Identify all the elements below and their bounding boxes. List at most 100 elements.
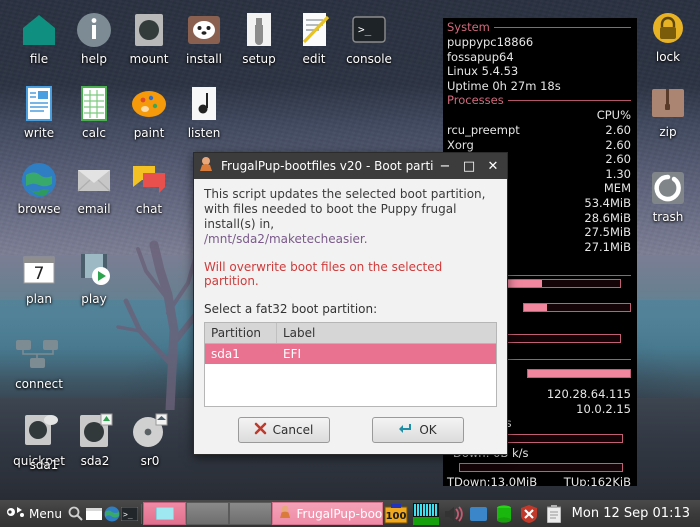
terminal-icon[interactable]: >_: [121, 500, 139, 527]
notes-icon[interactable]: [543, 500, 565, 527]
conky-system-title: System: [447, 20, 490, 34]
workspace-3[interactable]: [228, 502, 272, 525]
desktop-icon-label: console: [346, 52, 392, 66]
cancel-button[interactable]: Cancel: [237, 417, 330, 443]
desktop-icon-chat[interactable]: chat: [118, 160, 180, 216]
volume-icon[interactable]: [443, 500, 465, 527]
puppy-app-icon: [199, 156, 215, 176]
conky-rule: [507, 100, 631, 102]
conky-kernel: Linux 5.4.53: [447, 64, 519, 79]
firewall-shield-icon[interactable]: [518, 500, 540, 527]
text-edit-icon: [294, 10, 334, 50]
desktop-icon-email[interactable]: email: [63, 160, 125, 216]
taskbar: Menu >_ FrugalPup-bootfil: [0, 500, 700, 527]
conky-download-bar: [459, 463, 623, 473]
svg-text:>_: >_: [358, 23, 372, 36]
table-row[interactable]: sda1 EFI: [205, 344, 496, 364]
media-play-icon: [74, 250, 114, 290]
desktop-icon-label: plan: [26, 292, 52, 306]
music-note-icon: [184, 84, 224, 124]
conky-proc-cpu: 2.60: [605, 152, 631, 167]
menu-button[interactable]: Menu: [0, 500, 67, 527]
conky-proc-cpu: 2.60: [605, 122, 631, 137]
desktop-icon-label: edit: [302, 52, 326, 66]
desktop-icon-install[interactable]: install: [173, 10, 235, 66]
column-header-label[interactable]: Label: [277, 323, 321, 343]
desktop-icon-label: chat: [135, 202, 163, 216]
desktop-icon-mount[interactable]: mount: [118, 10, 180, 66]
desktop-icon-play[interactable]: play: [63, 250, 125, 306]
battery-icon[interactable]: 100: [383, 500, 409, 527]
desktop-icon-label: setup: [242, 52, 276, 66]
ok-button[interactable]: OK: [371, 417, 464, 443]
dialog-select-prompt: Select a fat32 boot partition:: [204, 302, 378, 316]
clock[interactable]: Mon 12 Sep 01:13: [568, 506, 696, 521]
desktop-icon-sda2[interactable]: sda2: [64, 412, 126, 468]
svg-text:100: 100: [385, 511, 406, 522]
info-icon: [74, 10, 114, 50]
desktop-icon-setup[interactable]: setup: [228, 10, 290, 66]
desktop-icon-calc[interactable]: calc: [63, 84, 125, 140]
memory-meter-icon[interactable]: [493, 500, 515, 527]
table-empty-space: [205, 364, 496, 406]
maximize-button[interactable]: □: [457, 154, 481, 178]
palette-paint-icon: [129, 84, 169, 124]
dialog-titlebar[interactable]: FrugalPup-bootfiles v20 - Boot partit − …: [194, 153, 507, 179]
puppy-menu-icon: [6, 504, 26, 523]
desktop-icon-connect[interactable]: connect: [2, 335, 76, 391]
desktop-icon-plan[interactable]: 7 plan: [8, 250, 70, 306]
conky-swap-bar: [503, 333, 621, 343]
desktop-icon-label: trash: [652, 210, 684, 224]
network-connect-icon: [13, 335, 65, 375]
desktop-icon-label: zip: [659, 125, 677, 139]
desktop-icon-console[interactable]: >_ console: [338, 10, 400, 66]
workspace-2[interactable]: [186, 502, 229, 525]
close-button[interactable]: ✕: [481, 154, 505, 178]
dialog-description-line1: This script updates the selected boot pa…: [204, 187, 486, 201]
taskbar-window-frugalpup[interactable]: FrugalPup-bootfil: [271, 502, 383, 525]
desktop-icon-file[interactable]: file: [8, 10, 70, 66]
dialog-body: This script updates the selected boot pa…: [194, 179, 507, 454]
search-icon[interactable]: [67, 500, 85, 527]
browser-globe-icon[interactable]: [103, 500, 121, 527]
conky-cpu-bar: [503, 279, 621, 289]
conky-hostname: puppypc18866: [447, 35, 534, 49]
desktop-icon-paint[interactable]: paint: [118, 84, 180, 140]
desktop-icon-help[interactable]: help: [63, 10, 125, 66]
svg-text:7: 7: [34, 264, 45, 284]
conky-proc-row: Xorg 2.60: [447, 138, 631, 153]
desktop-icon-edit[interactable]: edit: [283, 10, 345, 66]
conky-proc-mem: 53.4MiB: [584, 195, 631, 210]
desktop-icon-lock[interactable]: lock: [640, 8, 696, 64]
clipboard-manager-icon[interactable]: [468, 500, 490, 527]
column-header-partition[interactable]: Partition: [205, 323, 277, 343]
desktop-icon-listen[interactable]: listen: [173, 84, 235, 140]
zip-archive-icon: [648, 83, 688, 123]
desktop-icon-label: file: [29, 52, 49, 66]
ok-button-label: OK: [419, 423, 437, 437]
partition-table[interactable]: Partition Label sda1 EFI: [204, 322, 497, 407]
globe-browser-icon: [19, 160, 59, 200]
conky-rule: [493, 27, 631, 28]
conky-distro: fossapup64: [447, 49, 514, 64]
desktop-icon-label: mount: [129, 52, 169, 66]
desktop-icon-write[interactable]: write: [8, 84, 70, 140]
optical-drive-sr0-icon: [130, 412, 170, 452]
enter-arrow-icon: [398, 422, 413, 438]
desktop-icon-trash[interactable]: trash: [640, 168, 696, 224]
taskbar-window-label: FrugalPup-bootfil: [296, 506, 383, 521]
desktop-icon-zip[interactable]: zip: [640, 83, 696, 139]
conky-disk-bar: [527, 368, 631, 378]
dialog-button-row: Cancel OK: [204, 407, 497, 445]
cell-partition: sda1: [211, 347, 240, 361]
conky-cpu-col-head: CPU%: [447, 108, 631, 123]
cell-label: EFI: [283, 347, 302, 361]
conky-total-up: TUp:162KiB: [563, 475, 631, 486]
desktop-icon-sr0[interactable]: sr0: [119, 412, 181, 468]
minimize-button[interactable]: −: [433, 154, 457, 178]
conky-proc-name: Xorg: [447, 137, 474, 152]
network-meter-icon[interactable]: [412, 500, 440, 527]
file-manager-icon[interactable]: [85, 500, 103, 527]
workspace-1[interactable]: [143, 502, 187, 525]
desktop-icon-browse[interactable]: browse: [8, 160, 70, 216]
